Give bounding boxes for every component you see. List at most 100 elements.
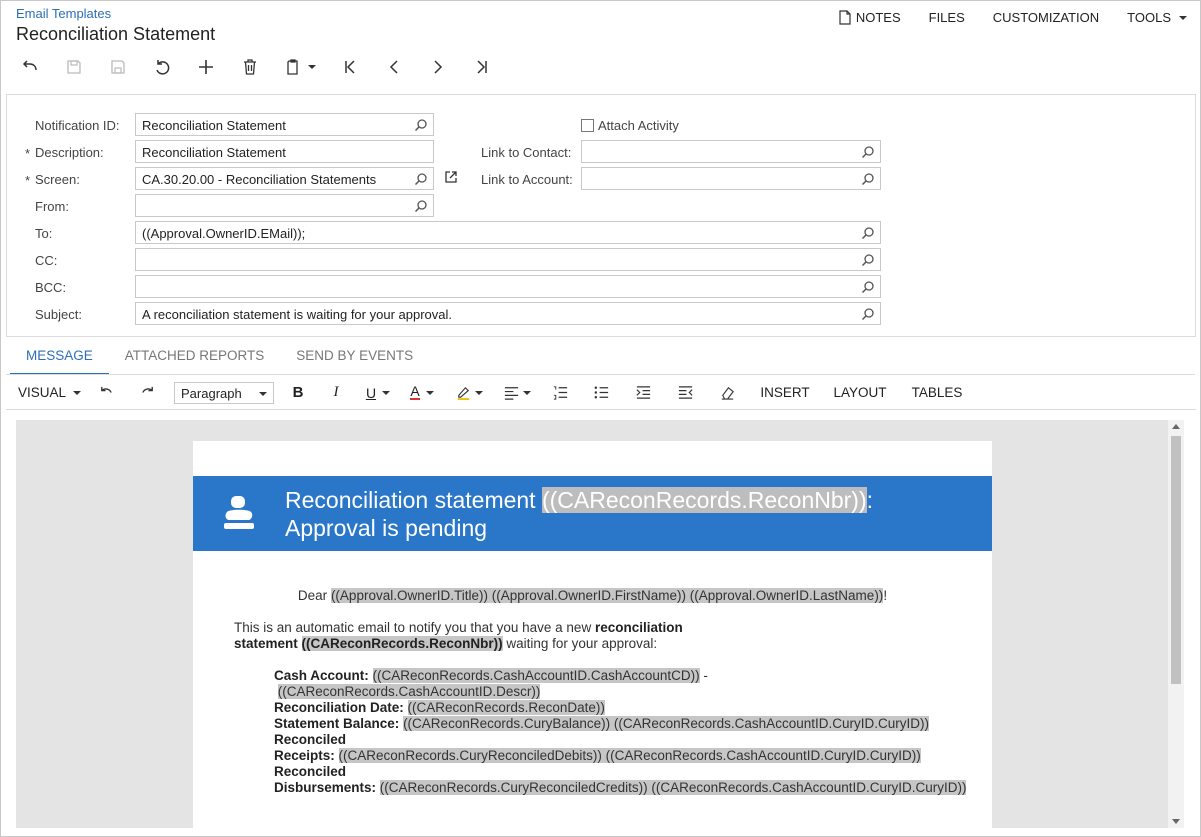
- search-icon[interactable]: [861, 280, 875, 294]
- to-label: To:: [35, 226, 53, 241]
- clear-format-button[interactable]: [706, 379, 748, 407]
- screen-label: Screen:: [35, 172, 80, 187]
- editor-undo-button[interactable]: [86, 379, 126, 407]
- tab-send-by-events[interactable]: SEND BY EVENTS: [280, 340, 429, 375]
- search-icon[interactable]: [861, 172, 875, 186]
- chevron-left-icon: [389, 60, 398, 74]
- highlight-color-button[interactable]: [444, 379, 494, 407]
- align-left-icon: [504, 387, 519, 400]
- search-icon[interactable]: [414, 118, 428, 132]
- link-to-account-input[interactable]: [581, 167, 881, 190]
- scroll-down-icon[interactable]: [1172, 819, 1180, 824]
- undo-button[interactable]: [140, 54, 184, 80]
- stmt-balance-token: ((CAReconRecords.CuryBalance)) ((CARecon…: [403, 716, 929, 731]
- subject-label: Subject:: [35, 307, 82, 322]
- scrollbar-thumb[interactable]: [1171, 436, 1181, 684]
- editor-canvas[interactable]: Reconciliation statement ((CAReconRecord…: [16, 420, 1168, 828]
- breadcrumb-email-templates[interactable]: Email Templates: [16, 6, 111, 21]
- intro-token: ((CAReconRecords.ReconNbr)): [301, 636, 503, 651]
- disb-label-1: Reconciled: [274, 764, 347, 779]
- bullet-list-button[interactable]: [580, 379, 622, 407]
- bcc-input[interactable]: [135, 275, 881, 298]
- undo-icon: [100, 386, 112, 393]
- description-input[interactable]: Reconciliation Statement: [135, 140, 434, 163]
- link-to-contact-input[interactable]: [581, 140, 881, 163]
- scroll-up-icon[interactable]: [1172, 424, 1180, 429]
- notification-id-input[interactable]: Reconciliation Statement: [135, 113, 434, 136]
- visual-mode-dropdown[interactable]: VISUAL: [6, 379, 86, 407]
- cash-account-desc-line: ((CAReconRecords.CashAccountID.Descr)): [274, 684, 994, 700]
- indent-icon: [635, 386, 650, 399]
- attach-activity-checkbox[interactable]: [581, 119, 594, 132]
- search-icon[interactable]: [861, 226, 875, 240]
- cc-input[interactable]: [135, 248, 881, 271]
- notes-button[interactable]: NOTES: [838, 10, 901, 25]
- trash-icon: [244, 59, 256, 75]
- external-link-icon[interactable]: [444, 170, 458, 184]
- required-mark: *: [25, 173, 31, 188]
- from-input[interactable]: [135, 194, 434, 217]
- greeting-end: !: [883, 588, 888, 603]
- disb-line: Disbursements: ((CAReconRecords.CuryReco…: [274, 780, 994, 796]
- back-button[interactable]: [8, 54, 52, 80]
- screen-input[interactable]: CA.30.20.00 - Reconciliation Statements: [135, 167, 434, 190]
- search-icon[interactable]: [861, 253, 875, 267]
- subject-input[interactable]: A reconciliation statement is waiting fo…: [135, 302, 881, 325]
- add-button[interactable]: [184, 54, 228, 80]
- vertical-scrollbar[interactable]: [1168, 420, 1184, 828]
- next-record-button[interactable]: [416, 54, 460, 80]
- search-icon[interactable]: [861, 145, 875, 159]
- to-input[interactable]: ((Approval.OwnerID.EMail));: [135, 221, 881, 244]
- tables-menu[interactable]: TABLES: [898, 379, 976, 407]
- cash-account-line: Cash Account: ((CAReconRecords.CashAccou…: [274, 668, 994, 684]
- chevron-down-icon: [523, 390, 531, 395]
- numbered-list-button[interactable]: [540, 379, 580, 407]
- notes-label: NOTES: [855, 10, 901, 25]
- indent-button[interactable]: [622, 379, 664, 407]
- customization-button[interactable]: CUSTOMIZATION: [993, 10, 1099, 25]
- search-icon[interactable]: [861, 307, 875, 321]
- tools-label: TOOLS: [1127, 10, 1171, 25]
- tab-attached-reports[interactable]: ATTACHED REPORTS: [109, 340, 281, 375]
- email-title: Reconciliation statement ((CAReconRecord…: [285, 486, 975, 542]
- last-icon: [477, 60, 487, 74]
- underline-label: U: [365, 384, 377, 401]
- chevron-down-icon: [475, 390, 483, 395]
- chevron-down-icon: [425, 390, 434, 395]
- italic-button[interactable]: I: [316, 379, 356, 407]
- bullet-list-icon: [594, 386, 608, 399]
- outdent-button[interactable]: [664, 379, 706, 407]
- first-record-button[interactable]: [328, 54, 372, 80]
- search-icon[interactable]: [414, 199, 428, 213]
- editor-redo-button[interactable]: [126, 379, 168, 407]
- copy-paste-button[interactable]: [272, 54, 328, 80]
- align-button[interactable]: [494, 379, 540, 407]
- bold-button[interactable]: B: [280, 379, 316, 407]
- email-title-token: ((CAReconRecords.ReconNbr)): [541, 487, 867, 513]
- note-icon: [839, 10, 851, 25]
- save-close-button[interactable]: [96, 54, 140, 80]
- files-button[interactable]: FILES: [929, 10, 965, 25]
- save-button[interactable]: [52, 54, 96, 80]
- chevron-down-icon: [308, 65, 316, 69]
- undo-icon: [156, 60, 170, 75]
- link-to-account-label: Link to Account:: [481, 172, 573, 187]
- font-color-button[interactable]: A: [400, 379, 444, 407]
- disb-label-line: Reconciled: [274, 764, 994, 780]
- search-icon[interactable]: [414, 172, 428, 186]
- customization-label: CUSTOMIZATION: [992, 10, 1100, 25]
- top-menu: NOTES FILES CUSTOMIZATION TOOLS: [838, 10, 1187, 25]
- plus-icon: [199, 60, 213, 74]
- numbered-list-icon: [553, 386, 567, 400]
- save-close-icon: [111, 60, 125, 74]
- insert-menu[interactable]: INSERT: [748, 379, 822, 407]
- paragraph-format-select[interactable]: Paragraph: [168, 379, 280, 407]
- delete-button[interactable]: [228, 54, 272, 80]
- layout-menu[interactable]: LAYOUT: [822, 379, 898, 407]
- tools-button[interactable]: TOOLS: [1127, 10, 1187, 25]
- underline-button[interactable]: U: [356, 379, 400, 407]
- tab-message[interactable]: MESSAGE: [10, 340, 109, 375]
- previous-record-button[interactable]: [372, 54, 416, 80]
- receipts-label-line: Reconciled: [274, 732, 994, 748]
- last-record-button[interactable]: [460, 54, 504, 80]
